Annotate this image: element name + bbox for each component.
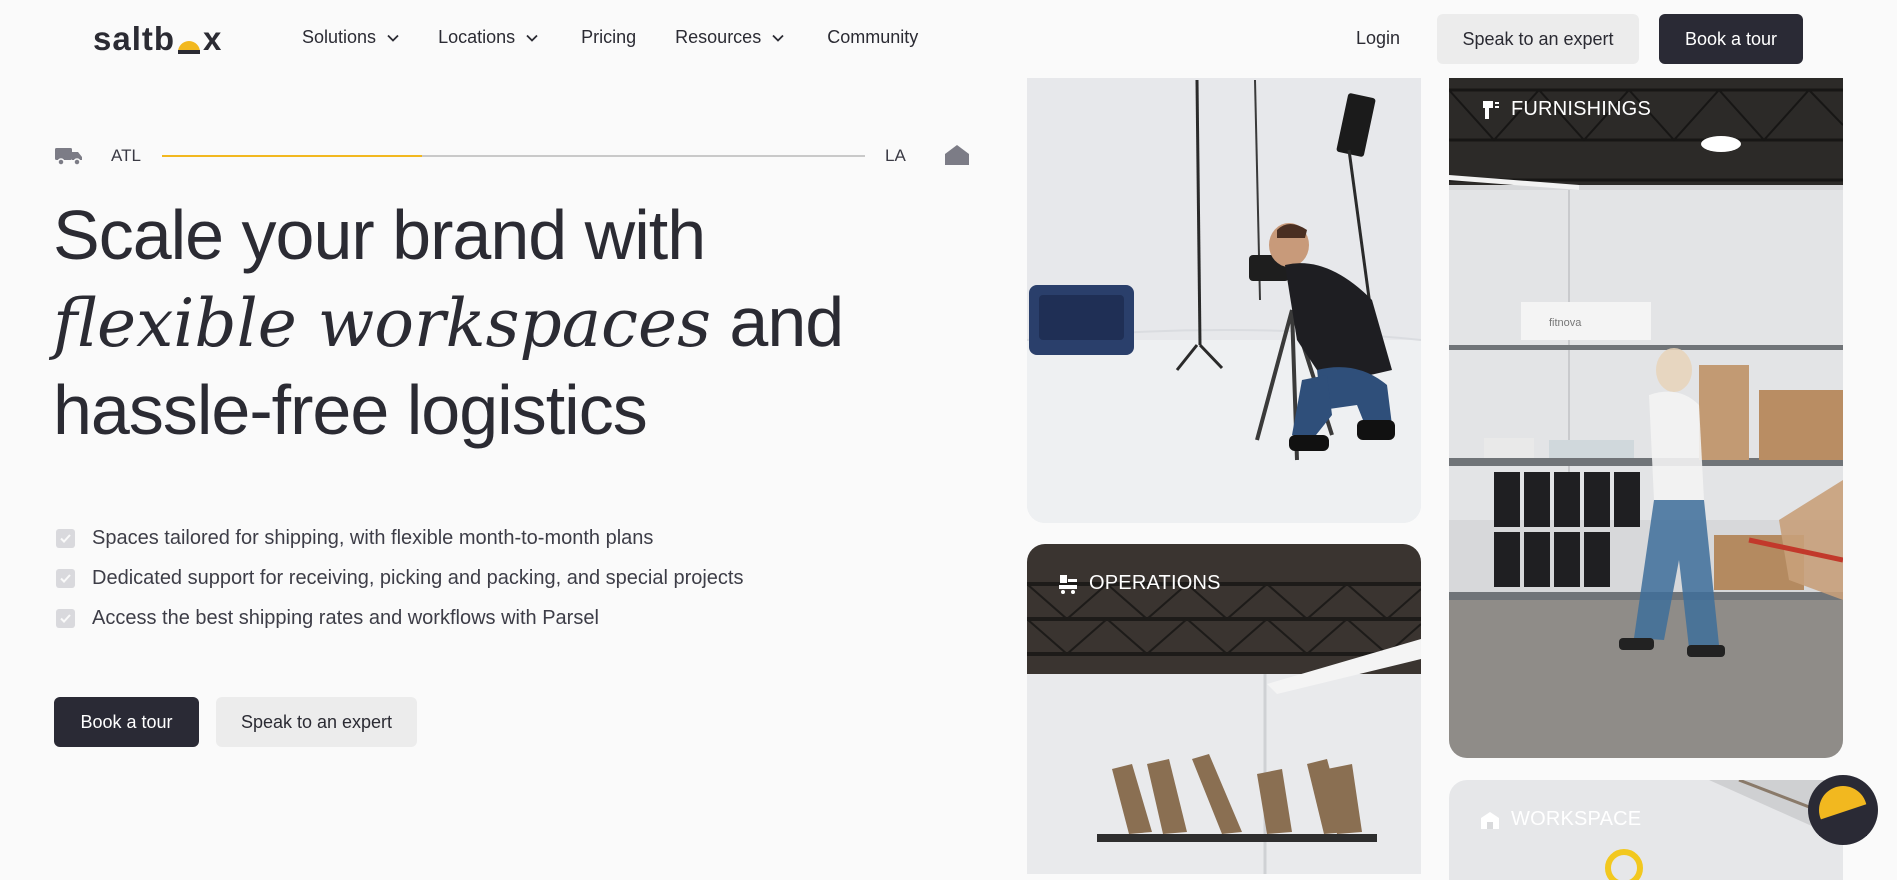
route-progress: ATL LA [55,140,970,172]
headline-line-3: hassle-free logistics [53,371,648,449]
feature-text: Spaces tailored for shipping, with flexi… [92,526,654,549]
route-track [162,155,865,157]
headline-line-1: Scale your brand with [53,196,706,274]
site-header: saltb x Solutions Locations Pricing Reso… [0,0,1897,78]
nav-locations[interactable]: Locations [438,27,539,48]
forklift-icon [1059,574,1077,594]
check-icon [56,528,75,548]
logo-text-right: x [203,20,223,57]
headline-italic: flexible workspaces [53,285,711,362]
logo-sun-icon [176,28,202,54]
check-icon [56,568,75,588]
chat-widget-button[interactable] [1808,775,1878,845]
warehouse-photo-illustration: fitnova [1449,40,1843,758]
check-icon [56,608,75,628]
chevron-down-icon [772,34,784,42]
chat-sun-icon [1819,786,1867,836]
studio-photo-illustration [1027,40,1421,523]
nav-label: Solutions [302,27,377,47]
route-track-fill [162,155,423,157]
route-start: ATL [111,146,141,165]
house-icon [945,145,969,165]
logo-text-left: saltb [93,20,176,57]
chevron-down-icon [526,34,538,42]
truck-icon [55,148,82,166]
photo-card-studio [1027,40,1421,523]
nav-label: Community [827,27,919,47]
box-brand-text: fitnova [1549,317,1582,329]
nav-label: Locations [438,27,516,47]
furnishings-label: FURNISHINGS [1479,98,1651,121]
hero-speak-expert-button[interactable]: Speak to an expert [216,697,417,747]
nav-community[interactable]: Community [827,27,918,48]
nav-label: Resources [675,27,762,47]
headline-line-2: flexible workspaces and [53,279,983,367]
login-link[interactable]: Login [1356,28,1400,49]
operations-label-text: OPERATIONS [1089,572,1221,594]
feature-text: Dedicated support for receiving, picking… [92,566,744,589]
chevron-down-icon [387,34,399,42]
book-tour-button[interactable]: Book a tour [1659,14,1803,64]
furnishings-label-text: FURNISHINGS [1511,98,1651,120]
headline-line-2-rest: and [710,283,844,361]
list-item: Spaces tailored for shipping, with flexi… [56,518,743,558]
photo-card-workspace: WORKSPACE [1449,780,1843,880]
workspace-label-text: WORKSPACE [1511,808,1642,830]
feature-text: Access the best shipping rates and workf… [92,606,599,629]
route-end: LA [885,146,906,165]
photo-card-furnishings: fitnova FURNISHINGS [1449,40,1843,758]
nav-resources[interactable]: Resources [675,27,785,48]
operations-label: OPERATIONS [1057,572,1221,595]
feature-list: Spaces tailored for shipping, with flexi… [56,518,743,638]
main-nav: Solutions Locations Pricing Resources Co… [302,27,918,48]
list-item: Dedicated support for receiving, picking… [56,558,743,598]
saltbox-logo[interactable]: saltb x [93,20,222,58]
speak-expert-button[interactable]: Speak to an expert [1437,14,1639,64]
photo-card-operations: OPERATIONS [1027,544,1421,874]
building-icon [1481,811,1499,829]
nav-label: Pricing [581,27,637,47]
list-item: Access the best shipping rates and workf… [56,598,743,638]
nav-pricing[interactable]: Pricing [581,27,636,48]
nav-solutions[interactable]: Solutions [302,27,400,48]
hero-book-tour-button[interactable]: Book a tour [54,697,199,747]
hero-headline: Scale your brand with flexible workspace… [53,192,983,454]
furnishings-icon [1483,100,1499,119]
workspace-label: WORKSPACE [1479,808,1641,831]
